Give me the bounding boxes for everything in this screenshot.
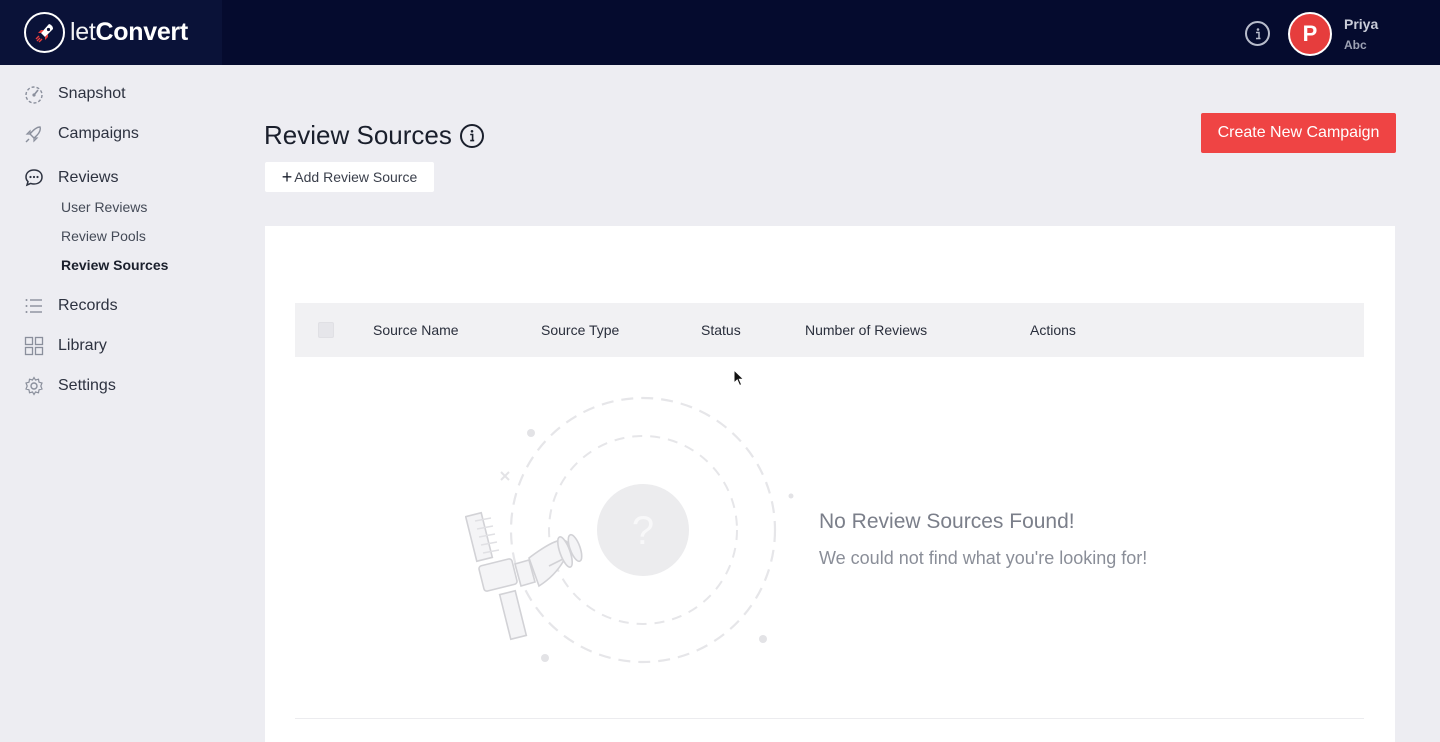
list-icon bbox=[25, 299, 42, 313]
create-new-campaign-button[interactable]: Create New Campaign bbox=[1201, 113, 1396, 153]
column-source-name[interactable]: Source Name bbox=[373, 322, 459, 338]
sidebar-item-settings[interactable]: Settings bbox=[24, 376, 116, 396]
page-title-text: Review Sources bbox=[264, 120, 452, 150]
sidebar-item-library[interactable]: Library bbox=[24, 336, 107, 356]
sidebar-item-label: Library bbox=[58, 337, 107, 354]
rocket-logo-icon bbox=[24, 12, 65, 53]
sidebar: Snapshot Campaigns Reviews User Reviews … bbox=[0, 65, 222, 742]
gauge-icon bbox=[25, 86, 43, 104]
sidebar-item-label: Reviews bbox=[58, 169, 119, 186]
grid-icon bbox=[24, 336, 44, 356]
sidebar-item-label: Records bbox=[58, 297, 118, 314]
gear-icon bbox=[25, 376, 43, 396]
sidebar-subitem-review-sources[interactable]: Review Sources bbox=[61, 257, 168, 273]
top-bar: letConvert P Priya Abc bbox=[0, 0, 1440, 65]
column-source-type[interactable]: Source Type bbox=[541, 322, 619, 338]
logo-suffix: Convert bbox=[95, 18, 189, 46]
sidebar-subitem-user-reviews[interactable]: User Reviews bbox=[61, 199, 147, 215]
sidebar-subitem-review-pools[interactable]: Review Pools bbox=[61, 228, 146, 244]
info-icon[interactable] bbox=[1245, 21, 1270, 46]
app-logo[interactable]: letConvert bbox=[0, 0, 222, 65]
empty-state-subtitle: We could not find what you're looking fo… bbox=[819, 548, 1148, 568]
sidebar-item-snapshot[interactable]: Snapshot bbox=[24, 84, 126, 104]
sidebar-item-reviews[interactable]: Reviews bbox=[24, 168, 118, 188]
plus-icon: + bbox=[281, 167, 293, 187]
select-all-checkbox[interactable] bbox=[318, 322, 334, 338]
chat-bubble-icon bbox=[25, 169, 43, 187]
column-number-of-reviews[interactable]: Number of Reviews bbox=[805, 322, 927, 338]
user-name[interactable]: Priya bbox=[1344, 16, 1378, 32]
add-review-source-label: Add Review Source bbox=[294, 169, 418, 185]
page-title: Review Sources bbox=[264, 120, 484, 151]
logo-prefix: let bbox=[70, 18, 96, 46]
sidebar-item-label: Campaigns bbox=[58, 125, 139, 142]
column-actions: Actions bbox=[1030, 322, 1076, 338]
user-organization: Abc bbox=[1344, 38, 1367, 52]
question-mark-glyph: ? bbox=[632, 509, 654, 553]
logo-wordmark: letConvert bbox=[70, 18, 188, 47]
mouse-cursor-icon bbox=[733, 369, 745, 387]
review-sources-card: Source Name Source Type Status Number of… bbox=[265, 226, 1395, 742]
sidebar-item-campaigns[interactable]: Campaigns bbox=[24, 124, 139, 144]
title-info-icon[interactable] bbox=[459, 123, 484, 148]
table-header: Source Name Source Type Status Number of… bbox=[295, 303, 1364, 357]
add-review-source-button[interactable]: + Add Review Source bbox=[265, 162, 434, 192]
rocket-icon bbox=[25, 126, 41, 143]
sidebar-item-label: Snapshot bbox=[58, 85, 126, 102]
column-status[interactable]: Status bbox=[701, 322, 741, 338]
sidebar-item-records[interactable]: Records bbox=[24, 296, 118, 316]
user-avatar[interactable]: P bbox=[1288, 12, 1332, 56]
card-divider bbox=[295, 718, 1364, 719]
sidebar-item-label: Settings bbox=[58, 377, 116, 394]
satellite-illustration-icon: ? bbox=[465, 396, 794, 664]
empty-state-title: No Review Sources Found! bbox=[819, 510, 1075, 533]
